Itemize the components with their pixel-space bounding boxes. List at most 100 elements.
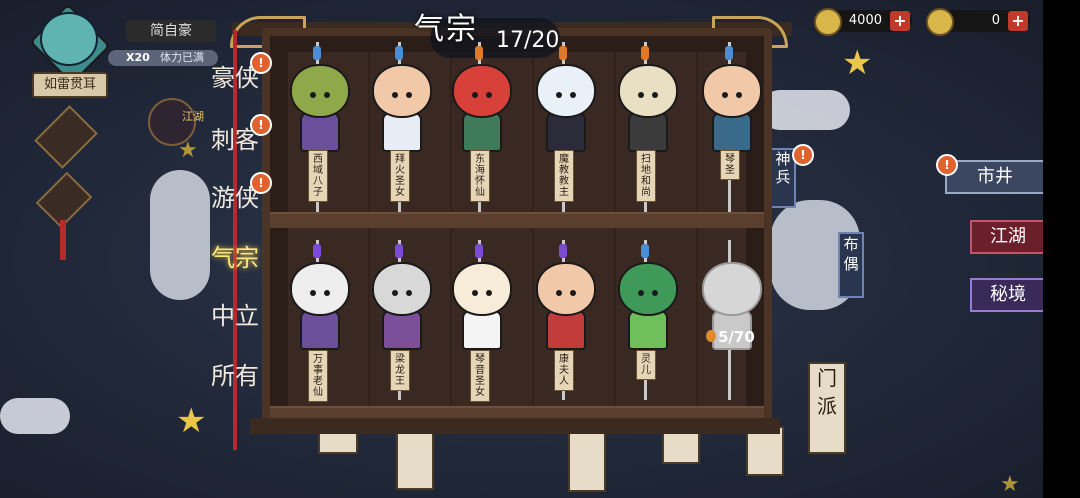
doll-head — [536, 64, 596, 118]
doll-eye — [310, 290, 316, 296]
doll-head — [290, 262, 350, 316]
doll-figure — [612, 262, 680, 350]
bead-icon — [313, 244, 321, 258]
stamina-bar: X20 体力已满 — [108, 50, 218, 66]
character-name-tag: 东海怀仙 — [470, 150, 490, 202]
doll-body — [382, 112, 422, 152]
leaf-coin-icon — [814, 8, 842, 36]
mountain-decor — [150, 170, 210, 300]
doll-body — [546, 310, 586, 350]
bead-icon — [559, 46, 567, 60]
doll-figure — [446, 64, 514, 152]
character-doll[interactable]: 梁龙王 — [360, 240, 440, 410]
bead-icon — [475, 46, 483, 60]
notification-badge: ! — [250, 52, 272, 74]
tassel-decor — [60, 220, 66, 260]
doll-head — [618, 262, 678, 316]
doll-eye — [556, 92, 562, 98]
character-name-tag: 灵儿 — [636, 350, 656, 380]
cloud-decor — [760, 90, 850, 130]
cloud-decor — [0, 398, 70, 434]
doll-eye — [638, 290, 644, 296]
stamina-count: X20 — [126, 51, 150, 64]
doll-head — [702, 64, 762, 118]
doll-eye — [406, 92, 412, 98]
star-icon: ★ — [842, 43, 873, 83]
character-name-tag: 扫地和尚 — [636, 150, 656, 202]
character-name-tag: 拜火圣女 — [390, 150, 410, 202]
cabinet-base — [250, 418, 780, 434]
bead-icon — [725, 46, 733, 60]
doll-body — [462, 310, 502, 350]
doll-head — [618, 64, 678, 118]
locked-character-slot[interactable] — [690, 240, 770, 410]
doll-head — [536, 262, 596, 316]
doll-eye — [736, 92, 742, 98]
doll-head — [702, 262, 762, 316]
doll-body — [712, 112, 752, 152]
tab-category[interactable]: 中立 — [206, 296, 264, 336]
bead-icon — [395, 244, 403, 258]
bead-icon — [475, 244, 483, 258]
character-name-tag: 梁龙王 — [390, 350, 410, 391]
secret-realm-button[interactable]: 秘境 — [970, 278, 1046, 312]
doll-body — [300, 112, 340, 152]
notification-badge: ! — [250, 172, 272, 194]
gold-ingot-icon — [926, 8, 954, 36]
notification-badge: ! — [250, 114, 272, 136]
doll-figure — [612, 64, 680, 152]
doll-eye — [570, 92, 576, 98]
doll-head — [372, 262, 432, 316]
doll-eye — [324, 92, 330, 98]
doll-eye — [324, 290, 330, 296]
market-button[interactable]: 市井 — [945, 160, 1045, 194]
doll-figure — [530, 262, 598, 350]
doll-eye — [570, 290, 576, 296]
avatar[interactable] — [40, 12, 98, 66]
doll-body — [300, 310, 340, 350]
bead-icon — [641, 244, 649, 258]
doll-head — [452, 64, 512, 118]
notification-badge: ! — [936, 154, 958, 176]
bead-icon — [313, 46, 321, 60]
add-currency-button[interactable]: + — [890, 11, 910, 31]
doll-eye — [310, 92, 316, 98]
doll-eye — [392, 290, 398, 296]
character-doll[interactable]: 扫地和尚 — [606, 42, 686, 212]
sect-sign[interactable]: 门派 — [808, 362, 846, 454]
hanging-plate — [396, 426, 434, 490]
jianghu-button[interactable]: 江湖 — [970, 220, 1046, 254]
doll-eye — [472, 290, 478, 296]
doll-body — [462, 112, 502, 152]
character-doll[interactable]: 万事老仙 — [278, 240, 358, 410]
doll-eye — [638, 92, 644, 98]
doll-eye — [722, 92, 728, 98]
cabinet-shelf — [270, 212, 764, 228]
character-doll[interactable]: 琴圣 — [690, 42, 770, 212]
charm-icon[interactable] — [34, 105, 98, 169]
player-title: 如雷贯耳 — [32, 72, 108, 98]
doll-figure — [696, 64, 764, 152]
doll-body — [382, 310, 422, 350]
character-doll[interactable]: 康夫人 — [524, 240, 604, 410]
add-currency-button[interactable]: + — [1008, 11, 1028, 31]
doll-eye — [406, 290, 412, 296]
character-doll[interactable]: 拜火圣女 — [360, 42, 440, 212]
doll-figure — [366, 262, 434, 350]
flame-icon — [706, 330, 716, 342]
tab-category[interactable]: 气宗 — [206, 238, 264, 278]
character-name-tag: 琴圣 — [720, 150, 740, 180]
character-doll[interactable]: 琴音圣女 — [440, 240, 520, 410]
character-doll[interactable]: 西域八子 — [278, 42, 358, 212]
doll-tab[interactable]: 布偶 — [838, 232, 864, 298]
character-doll[interactable]: 魔教教主 — [524, 42, 604, 212]
collection-counter: 气宗 17/20 — [410, 2, 590, 53]
doll-body — [546, 112, 586, 152]
bead-icon — [641, 46, 649, 60]
character-name-tag: 万事老仙 — [308, 350, 328, 402]
character-doll[interactable]: 灵儿 — [606, 240, 686, 410]
notification-badge: ! — [792, 144, 814, 166]
character-doll[interactable]: 东海怀仙 — [440, 42, 520, 212]
tab-category[interactable]: 所有 — [206, 356, 264, 396]
character-name-tag: 康夫人 — [554, 350, 574, 391]
